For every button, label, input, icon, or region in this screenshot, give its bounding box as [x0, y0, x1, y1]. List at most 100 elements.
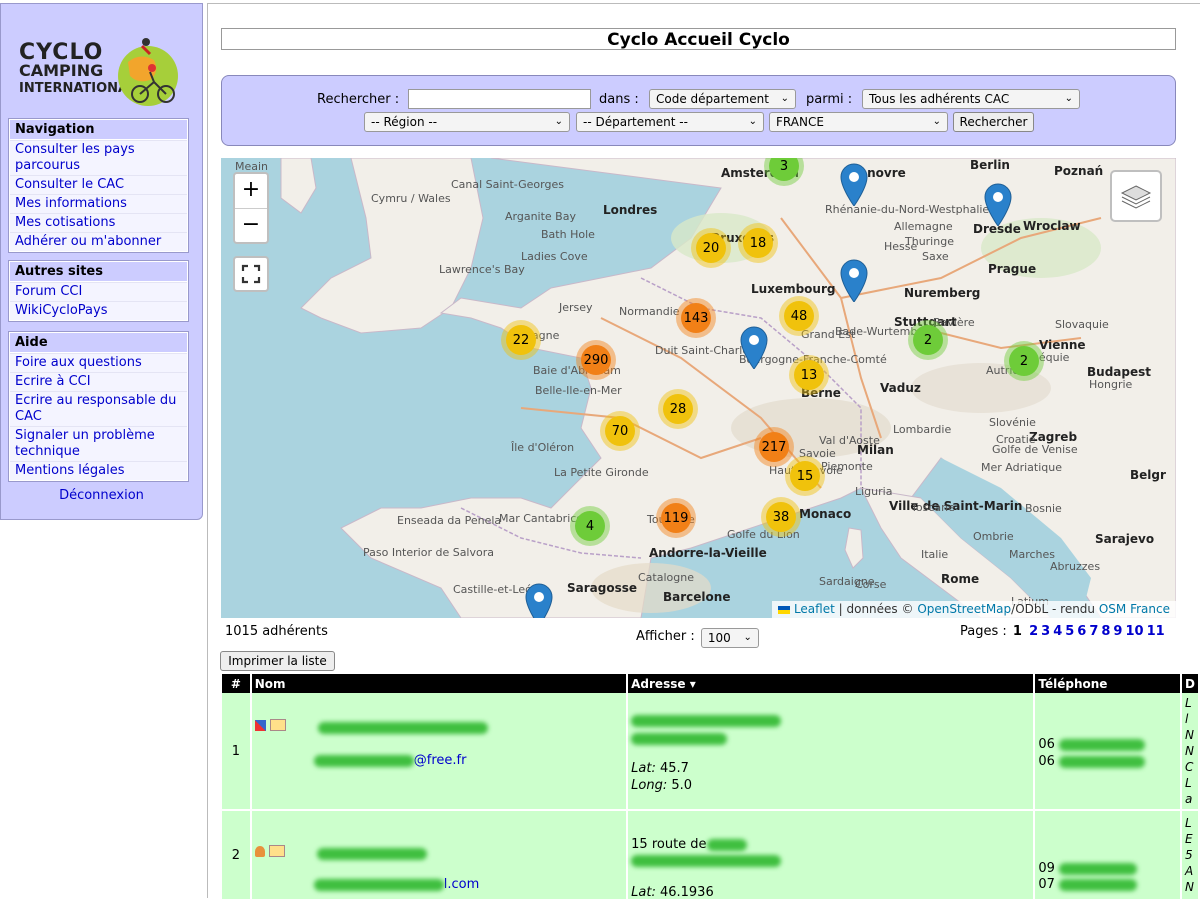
cluster-count: 15 [790, 461, 820, 491]
map-place-label: Normandie [619, 305, 680, 318]
email-link[interactable]: @free.fr [414, 753, 467, 768]
col-adresse[interactable]: Adresse ▾ [627, 674, 1036, 693]
departement-select[interactable]: -- Département -- ⌄ [576, 112, 764, 132]
country-select[interactable]: FRANCE ⌄ [769, 112, 948, 132]
map-place-label: Cymru / Wales [371, 192, 451, 205]
leaflet-link[interactable]: Leaflet [794, 602, 835, 616]
in-label: dans : [599, 92, 639, 107]
chevron-down-icon: ⌄ [748, 116, 757, 127]
fullscreen-button[interactable] [233, 256, 269, 292]
map-marker-icon[interactable] [839, 162, 869, 206]
link-ecrire-responsable[interactable]: Ecrire au responsable du CAC [15, 393, 176, 424]
zoom-out-button[interactable]: − [235, 209, 267, 243]
page-link[interactable]: 5 [1065, 624, 1074, 639]
zoom-in-button[interactable]: + [235, 174, 267, 209]
col-telephone[interactable]: Téléphone [1034, 674, 1183, 693]
osm-france-link[interactable]: OSM France [1099, 602, 1170, 616]
lat-label: Lat: [631, 761, 656, 776]
link-mentions-legales[interactable]: Mentions légales [15, 463, 124, 478]
marker-cluster[interactable]: 2 [1004, 341, 1044, 381]
page-link[interactable]: 2 [1029, 624, 1038, 639]
cluster-count: 38 [766, 502, 796, 532]
map-place-label: Liguria [855, 485, 893, 498]
cluster-count: 290 [581, 345, 611, 375]
address-start: 15 route de [631, 837, 707, 852]
nav-mes-informations[interactable]: Mes informations [15, 196, 127, 211]
link-wikicyclopays[interactable]: WikiCycloPays [15, 303, 108, 318]
marker-cluster[interactable]: 143 [676, 298, 716, 338]
cluster-count: 143 [681, 303, 711, 333]
page-link[interactable]: 6 [1077, 624, 1086, 639]
logout-link[interactable]: Déconnexion [59, 488, 144, 503]
cyclo-camping-logo[interactable]: CYCLO CAMPING INTERNATIONAL [15, 32, 195, 112]
page-link[interactable]: 4 [1053, 624, 1062, 639]
page-link[interactable]: 3 [1041, 624, 1050, 639]
marker-cluster[interactable]: 18 [738, 223, 778, 263]
search-button[interactable]: Rechercher [953, 112, 1034, 132]
marker-cluster[interactable]: 20 [691, 228, 731, 268]
map-place-label: Thuringe [905, 235, 954, 248]
nav-consulter-cac[interactable]: Consulter le CAC [15, 177, 124, 192]
phone-2: 06 [1038, 754, 1055, 769]
marker-cluster[interactable]: 4 [570, 506, 610, 546]
col-nom[interactable]: Nom [250, 674, 629, 693]
page-link[interactable]: 11 [1147, 624, 1165, 639]
search-input[interactable] [408, 89, 591, 109]
marker-cluster[interactable]: 48 [779, 296, 819, 336]
layers-button[interactable] [1110, 170, 1162, 222]
cluster-count: 18 [743, 228, 773, 258]
map-attribution: Leaflet | données © OpenStreetMap/ODbL -… [772, 601, 1176, 618]
dispo-line: l [1185, 712, 1189, 726]
marker-cluster[interactable]: 217 [754, 427, 794, 467]
map-marker-icon[interactable] [839, 258, 869, 302]
map-marker-icon[interactable] [739, 325, 769, 369]
map-place-label: Mer Adriatique [981, 461, 1063, 474]
show-label: Afficher : [636, 629, 695, 644]
map-place-label: Andorre-la-Vieille [649, 546, 767, 560]
among-select[interactable]: Tous les adhérents CAC ⌄ [862, 89, 1080, 109]
link-signaler-probleme[interactable]: Signaler un problème technique [15, 428, 155, 459]
map-place-label: Rome [941, 572, 980, 586]
cluster-count: 4 [575, 511, 605, 541]
page-link[interactable]: 9 [1113, 624, 1122, 639]
page-link[interactable]: 10 [1125, 624, 1143, 639]
link-faq[interactable]: Foire aux questions [15, 355, 142, 370]
marker-cluster[interactable]: 2 [908, 320, 948, 360]
marker-cluster[interactable]: 28 [658, 389, 698, 429]
map-place-label: Sarajevo [1095, 532, 1155, 546]
marker-cluster[interactable]: 15 [785, 456, 825, 496]
map-place-label: Corse [855, 578, 887, 591]
map-place-label: Ladies Cove [521, 250, 588, 263]
marker-cluster[interactable]: 119 [656, 498, 696, 538]
map-place-label: Hongrie [1089, 378, 1133, 391]
envelope-icon[interactable] [269, 719, 286, 731]
nav-consulter-pays[interactable]: Consulter les pays parcourus [15, 142, 135, 173]
layers-icon [1120, 185, 1152, 209]
print-list-button[interactable]: Imprimer la liste [220, 651, 335, 671]
map[interactable]: Amsterdam Londres Bruxelles Luxembourg Pragu… [221, 158, 1176, 618]
email-link[interactable]: l.com [444, 877, 480, 892]
map-marker-icon[interactable] [524, 582, 554, 618]
envelope-icon[interactable] [268, 845, 285, 857]
marker-cluster[interactable]: 70 [600, 411, 640, 451]
col-d[interactable]: D [1181, 674, 1200, 693]
link-forum-cci[interactable]: Forum CCI [15, 284, 82, 299]
in-select[interactable]: Code département ⌄ [649, 89, 796, 109]
marker-cluster[interactable]: 22 [501, 320, 541, 360]
osm-link[interactable]: OpenStreetMap [917, 602, 1011, 616]
nav-adherer[interactable]: Adhérer ou m'abonner [15, 234, 161, 249]
nav-mes-cotisations[interactable]: Mes cotisations [15, 215, 115, 230]
map-place-label: La Petite Gironde [554, 466, 649, 479]
show-select[interactable]: 100 ⌄ [700, 628, 759, 648]
marker-cluster[interactable]: 38 [761, 497, 801, 537]
phone-1: 06 [1038, 737, 1055, 752]
region-select[interactable]: -- Région -- ⌄ [364, 112, 570, 132]
map-marker-icon[interactable] [983, 182, 1013, 226]
chevron-down-icon: ⌄ [1064, 93, 1073, 104]
marker-cluster[interactable]: 13 [789, 355, 829, 395]
page-link[interactable]: 7 [1089, 624, 1098, 639]
link-ecrire-cci[interactable]: Ecrire à CCI [15, 374, 91, 389]
marker-cluster[interactable]: 290 [576, 340, 616, 380]
page-link[interactable]: 8 [1101, 624, 1110, 639]
table-header-row: # Nom Adresse ▾ Téléphone D [222, 674, 1200, 693]
